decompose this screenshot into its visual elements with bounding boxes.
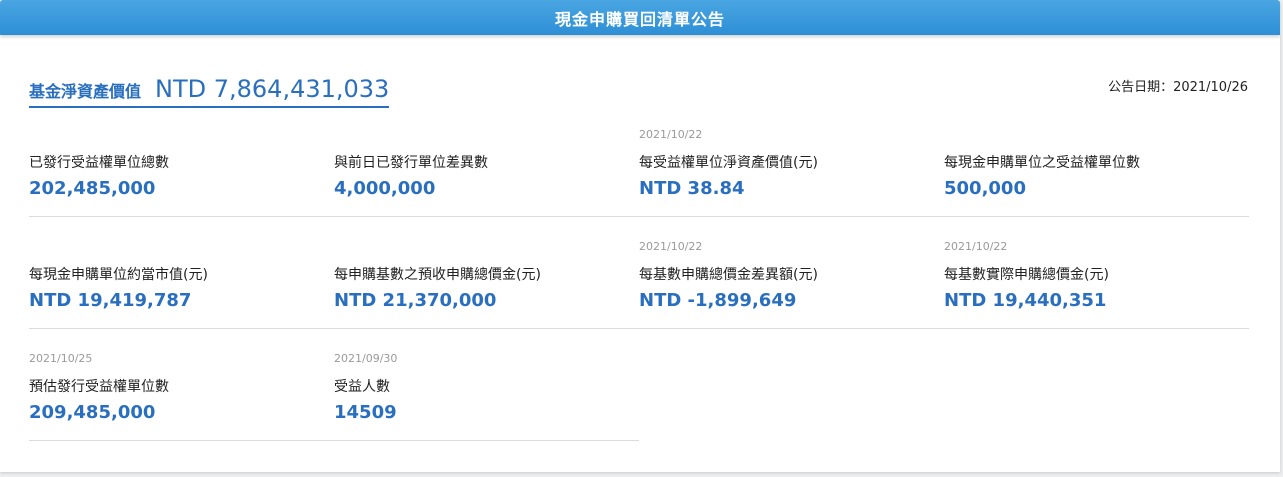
- net-asset-value-label: 基金淨資產價值: [29, 82, 142, 101]
- stat-value: 14509: [334, 402, 397, 423]
- stat-value: NTD 19,440,351: [944, 290, 1107, 311]
- stat-date: 2021/10/22: [944, 240, 1008, 253]
- stat-item: 已發行受益權單位總數 202,485,000: [29, 125, 334, 216]
- stat-date: 2021/10/22: [639, 128, 703, 141]
- stat-item: 每現金申購單位約當市值(元) NTD 19,419,787: [29, 237, 334, 328]
- page-title: 現金申購買回清單公告: [554, 9, 725, 29]
- stat-item: 與前日已發行單位差異數 4,000,000: [334, 125, 639, 216]
- stat-label: 每基數申購總價金差異額(元): [639, 267, 818, 283]
- stat-item: 2021/10/22 每受益權單位淨資產價值(元) NTD 38.84: [639, 125, 944, 216]
- stat-value: 4,000,000: [334, 178, 436, 199]
- announcement-date: 公告日期：2021/10/26: [1108, 80, 1248, 95]
- stat-label: 每申購基數之預收申購總價金(元): [334, 267, 541, 283]
- stat-label: 預估發行受益權單位數: [29, 379, 169, 395]
- stat-value: NTD 19,419,787: [29, 290, 192, 311]
- stat-label: 每現金申購單位約當市值(元): [29, 267, 208, 283]
- stat-label: 每現金申購單位之受益權單位數: [944, 155, 1140, 171]
- stats-row: 已發行受益權單位總數 202,485,000 與前日已發行單位差異數 4,000…: [29, 125, 1249, 217]
- stat-label: 每受益權單位淨資產價值(元): [639, 155, 818, 171]
- fund-stats-grid: 已發行受益權單位總數 202,485,000 與前日已發行單位差異數 4,000…: [29, 125, 1249, 461]
- net-asset-value-heading: 基金淨資產價值 NTD 7,864,431,033: [29, 75, 390, 108]
- stat-item: 2021/09/30 受益人數 14509: [334, 349, 639, 440]
- stat-item: 2021/10/22 每基數申購總價金差異額(元) NTD -1,899,649: [639, 237, 944, 328]
- stat-label: 已發行受益權單位總數: [29, 155, 169, 171]
- stat-value: NTD -1,899,649: [639, 290, 797, 311]
- stats-row: 2021/10/25 預估發行受益權單位數 209,485,000 2021/0…: [29, 349, 639, 441]
- stat-value: 500,000: [944, 178, 1026, 199]
- stat-value: NTD 38.84: [639, 178, 745, 199]
- page-header: 現金申購買回清單公告: [0, 0, 1280, 35]
- stat-date: 2021/09/30: [334, 352, 398, 365]
- stat-item: 2021/10/25 預估發行受益權單位數 209,485,000: [29, 349, 334, 440]
- stat-value: NTD 21,370,000: [334, 290, 497, 311]
- stat-date: 2021/10/22: [639, 240, 703, 253]
- stat-value: 209,485,000: [29, 402, 156, 423]
- stat-label: 受益人數: [334, 379, 390, 395]
- stat-item: 2021/10/22 每基數實際申購總價金(元) NTD 19,440,351: [944, 237, 1249, 328]
- net-asset-value: NTD 7,864,431,033: [155, 75, 390, 103]
- stat-item: 每申購基數之預收申購總價金(元) NTD 21,370,000: [334, 237, 639, 328]
- stats-row: 每現金申購單位約當市值(元) NTD 19,419,787 每申購基數之預收申購…: [29, 237, 1249, 329]
- stat-item: 每現金申購單位之受益權單位數 500,000: [944, 125, 1249, 216]
- fund-info-card: 基金淨資產價值 NTD 7,864,431,033 公告日期：2021/10/2…: [0, 35, 1280, 472]
- stat-label: 與前日已發行單位差異數: [334, 155, 488, 171]
- stat-date: 2021/10/25: [29, 352, 93, 365]
- stat-value: 202,485,000: [29, 178, 156, 199]
- stat-label: 每基數實際申購總價金(元): [944, 267, 1109, 283]
